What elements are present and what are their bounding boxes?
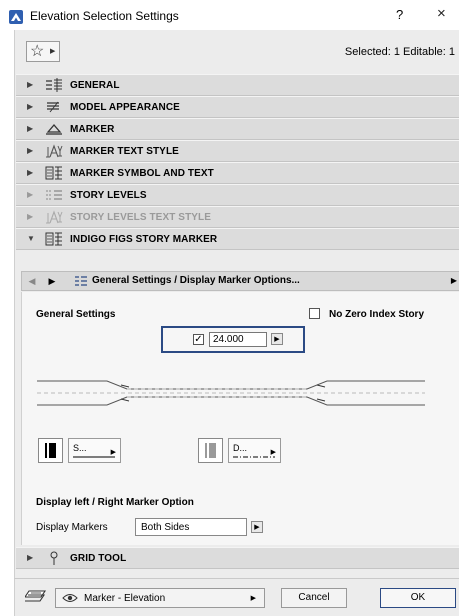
bottom-bar: Marker - Elevation ▶ Cancel OK xyxy=(14,578,459,616)
story-levels-icon xyxy=(46,190,62,200)
grid-tool-icon xyxy=(50,551,58,565)
view-mode-value: Marker - Elevation xyxy=(84,593,166,604)
collapse-arrow-icon: ▼ xyxy=(27,234,35,243)
general-settings-heading: General Settings xyxy=(36,309,116,320)
help-button[interactable]: ? xyxy=(396,7,403,22)
layer-icon[interactable] xyxy=(25,588,47,604)
previous-page-button[interactable]: ◀ xyxy=(23,273,41,289)
marker-symbol-icon xyxy=(45,443,56,458)
panel-grid-tool[interactable]: ▶ GRID TOOL xyxy=(16,547,459,569)
panel-story-levels[interactable]: ▶ STORY LEVELS xyxy=(16,184,459,206)
expand-arrow-icon: ▶ xyxy=(27,212,34,221)
chevron-right-icon[interactable]: ▶ xyxy=(271,333,283,345)
panel-model-appearance[interactable]: ▶ MODEL APPEARANCE xyxy=(16,96,459,118)
panel-marker[interactable]: ▶ MARKER xyxy=(16,118,459,140)
subpage-label[interactable]: General Settings / Display Marker Option… xyxy=(92,275,300,286)
text-style-icon xyxy=(46,210,63,224)
chevron-right-icon[interactable]: ▶ xyxy=(251,521,263,533)
dialog-content: ☆ ▶ Selected: 1 Editable: 1 ▶ GENERAL ▶ … xyxy=(14,30,459,578)
right-marker-symbol-button[interactable] xyxy=(198,438,223,463)
panel-indigo-figs-story-marker[interactable]: ▼ INDIGO FIGS STORY MARKER xyxy=(16,228,459,250)
view-mode-dropdown[interactable]: Marker - Elevation ▶ xyxy=(55,588,265,608)
expand-arrow-icon: ▶ xyxy=(27,553,34,562)
eye-icon xyxy=(62,594,78,602)
right-marker-style-dropdown[interactable]: D... ▶ xyxy=(228,438,281,463)
next-page-button[interactable]: ▶ xyxy=(43,273,61,289)
left-marker-symbol-button[interactable] xyxy=(38,438,63,463)
marker-icon xyxy=(46,124,62,135)
panel-label: MARKER xyxy=(70,124,115,135)
expand-arrow-icon: ▶ xyxy=(27,80,34,89)
display-markers-label: Display Markers xyxy=(36,522,108,533)
index-checkbox[interactable]: ✓ xyxy=(193,334,204,345)
ok-button[interactable]: OK xyxy=(380,588,456,608)
panel-label: STORY LEVELS xyxy=(70,190,147,201)
expand-arrow-icon: ▶ xyxy=(27,190,34,199)
panel-label: MARKER TEXT STYLE xyxy=(70,146,179,157)
panel-general[interactable]: ▶ GENERAL xyxy=(16,74,459,96)
panel-label: MARKER SYMBOL AND TEXT xyxy=(70,168,214,179)
panel-label: GRID TOOL xyxy=(70,553,127,564)
left-marker-style-dropdown[interactable]: S... ▶ xyxy=(68,438,121,463)
symbol-text-icon xyxy=(45,232,62,246)
dropdown-value: D... xyxy=(233,443,248,453)
settings-area: General Settings No Zero Index Story ✓ 2… xyxy=(21,292,459,545)
expand-arrow-icon: ▶ xyxy=(27,146,34,155)
dashed-line-style-icon xyxy=(233,456,275,458)
text-style-icon xyxy=(46,144,63,158)
panel-label: MODEL APPEARANCE xyxy=(70,102,180,113)
subpage-selector: ◀ ▶ General Settings / Display Marker Op… xyxy=(21,271,459,291)
settings-page-icon xyxy=(75,276,87,286)
panel-marker-symbol-and-text[interactable]: ▶ MARKER SYMBOL AND TEXT xyxy=(16,162,459,184)
selection-count: Selected: 1 Editable: 1 xyxy=(344,46,455,58)
index-value-group: ✓ 24.000 ▶ xyxy=(161,326,305,353)
line-style-icon xyxy=(73,456,115,458)
title-bar: Elevation Selection Settings ? × xyxy=(0,0,459,30)
display-markers-select[interactable]: Both Sides xyxy=(135,518,247,536)
general-icon xyxy=(46,78,62,92)
panel-marker-text-style[interactable]: ▶ MARKER TEXT STYLE xyxy=(16,140,459,162)
no-zero-index-label: No Zero Index Story xyxy=(329,309,425,320)
display-markers-heading: Display left / Right Marker Option xyxy=(36,497,194,508)
panel-story-levels-text-style[interactable]: ▶ STORY LEVELS TEXT STYLE xyxy=(16,206,459,228)
cancel-button[interactable]: Cancel xyxy=(281,588,347,608)
model-appearance-icon xyxy=(47,101,59,113)
panel-label: GENERAL xyxy=(70,80,120,91)
marker-preview xyxy=(37,380,425,406)
dropdown-value: S... xyxy=(73,443,87,453)
close-button[interactable]: × xyxy=(437,5,446,22)
marker-symbol-icon xyxy=(205,443,216,458)
no-zero-index-checkbox[interactable] xyxy=(309,308,320,319)
panel-label: STORY LEVELS TEXT STYLE xyxy=(70,212,212,223)
symbol-text-icon xyxy=(45,166,62,180)
expand-arrow-icon: ▶ xyxy=(27,102,34,111)
expand-arrow-icon: ▶ xyxy=(27,168,34,177)
display-markers-value: Both Sides xyxy=(141,522,190,533)
favorites-button[interactable]: ☆ ▶ xyxy=(26,41,60,62)
expand-arrow-icon: ▶ xyxy=(27,124,34,133)
star-icon: ☆ xyxy=(30,43,45,60)
chevron-right-icon[interactable]: ▶ xyxy=(451,276,457,285)
panel-label: INDIGO FIGS STORY MARKER xyxy=(70,234,218,245)
archicad-app-icon xyxy=(9,10,23,24)
window-title: Elevation Selection Settings xyxy=(30,9,179,23)
index-value-input[interactable]: 24.000 xyxy=(209,332,267,347)
chevron-right-icon: ▶ xyxy=(250,595,256,602)
chevron-right-icon: ▶ xyxy=(50,48,56,55)
